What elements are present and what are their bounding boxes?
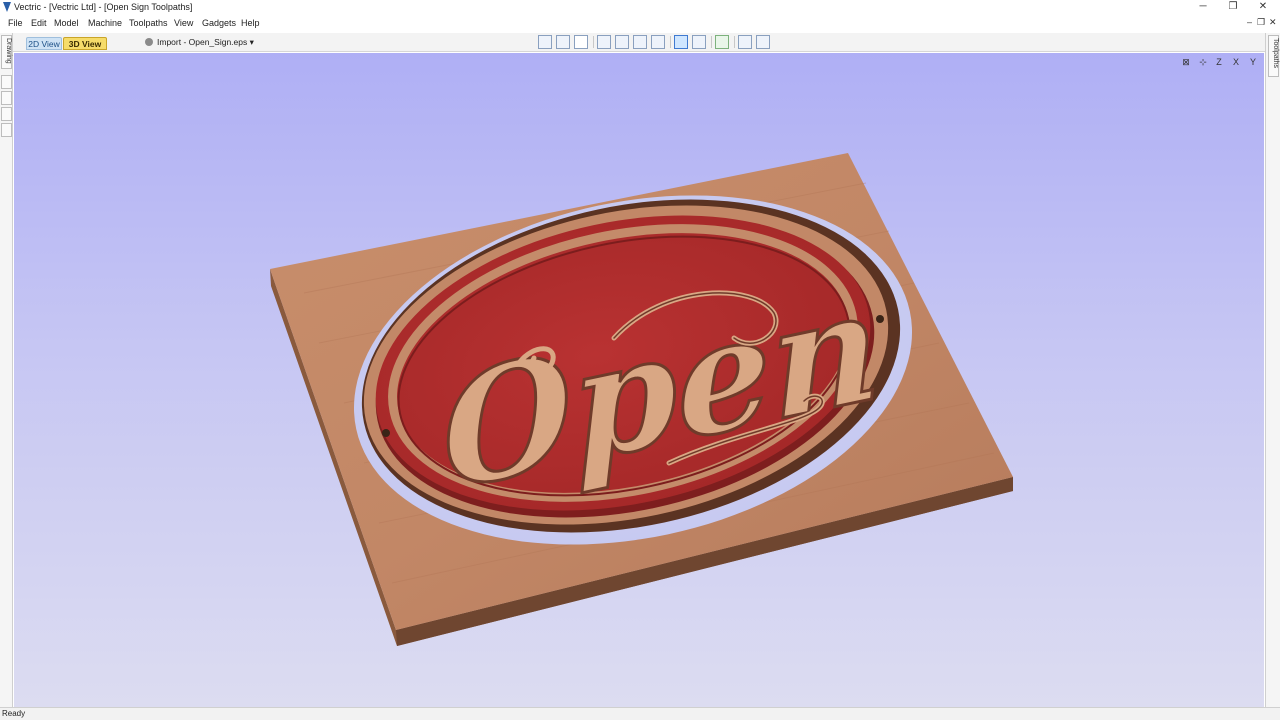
drawing-tab[interactable]: Drawing [1, 35, 12, 69]
import-gear-icon [145, 38, 153, 46]
view-side-icon[interactable] [651, 35, 665, 49]
toolpaths-tab[interactable]: Toolpaths [1268, 35, 1279, 77]
grid-icon[interactable] [574, 35, 588, 49]
menu-gadgets[interactable]: Gadgets [202, 18, 236, 28]
import-model-dropdown[interactable]: Import - Open_Sign.eps ▾ [145, 37, 254, 48]
drawing-panel-collapsed: Drawing [0, 33, 13, 707]
split-view-horizontal-icon[interactable] [738, 35, 752, 49]
view-top-icon[interactable] [615, 35, 629, 49]
view-toolbar: 2D View 3D View Import - Open_Sign.eps ▾ [13, 33, 1265, 52]
chevron-down-icon: ▾ [249, 37, 254, 47]
menu-file[interactable]: File [8, 18, 23, 28]
rotate-view-icon[interactable] [674, 35, 688, 49]
window-title: Vectric - [Vectric Ltd] - [Open Sign Too… [14, 2, 193, 12]
panel-layers-button[interactable] [1, 91, 12, 105]
vectric-logo-icon [3, 2, 11, 12]
mounting-hole [382, 429, 390, 437]
view-fit-icon[interactable]: ⊠ [1180, 57, 1192, 69]
zoom-box-icon[interactable] [556, 35, 570, 49]
mdi-restore-button[interactable]: ❐ [1257, 17, 1265, 28]
mdi-minimize-button[interactable]: – [1247, 17, 1252, 27]
panel-options-button[interactable] [1, 107, 12, 121]
material-shade-icon[interactable] [715, 35, 729, 49]
close-button[interactable]: ✕ [1248, 0, 1278, 16]
status-bar: Ready [0, 707, 1280, 720]
menu-help[interactable]: Help [241, 18, 260, 28]
panel-extra-button[interactable] [1, 123, 12, 137]
status-text: Ready [2, 709, 26, 718]
axis-z-icon[interactable]: Z [1213, 57, 1225, 69]
menu-model[interactable]: Model [54, 18, 79, 28]
restore-button[interactable]: ❐ [1218, 0, 1248, 16]
title-bar: Vectric - [Vectric Ltd] - [Open Sign Too… [0, 0, 1280, 16]
axis-y-icon[interactable]: Y [1247, 57, 1259, 69]
view-front-icon[interactable] [633, 35, 647, 49]
menu-toolpaths[interactable]: Toolpaths [129, 18, 168, 28]
axis-x-icon[interactable]: X [1230, 57, 1242, 69]
panel-pin-button[interactable] [1, 75, 12, 89]
axis-iso-icon[interactable]: ⊹ [1197, 57, 1209, 69]
minimize-button[interactable]: ─ [1188, 0, 1218, 16]
toolpaths-panel-collapsed: Toolpaths [1265, 33, 1280, 707]
3d-model-render: Open [270, 153, 1013, 646]
split-view-vertical-icon[interactable] [756, 35, 770, 49]
view-iso-icon[interactable] [597, 35, 611, 49]
tab-2d-view[interactable]: 2D View [26, 37, 62, 50]
mdi-close-button[interactable]: ✕ [1269, 17, 1277, 28]
zoom-extents-icon[interactable] [538, 35, 552, 49]
menu-edit[interactable]: Edit [31, 18, 47, 28]
pan-view-icon[interactable] [692, 35, 706, 49]
tab-3d-view[interactable]: 3D View [63, 37, 107, 50]
menu-machine[interactable]: Machine [88, 18, 122, 28]
3d-viewport[interactable]: Open [14, 53, 1264, 707]
menu-bar: File Edit Model Machine Toolpaths View G… [0, 16, 1280, 31]
menu-view[interactable]: View [174, 18, 193, 28]
